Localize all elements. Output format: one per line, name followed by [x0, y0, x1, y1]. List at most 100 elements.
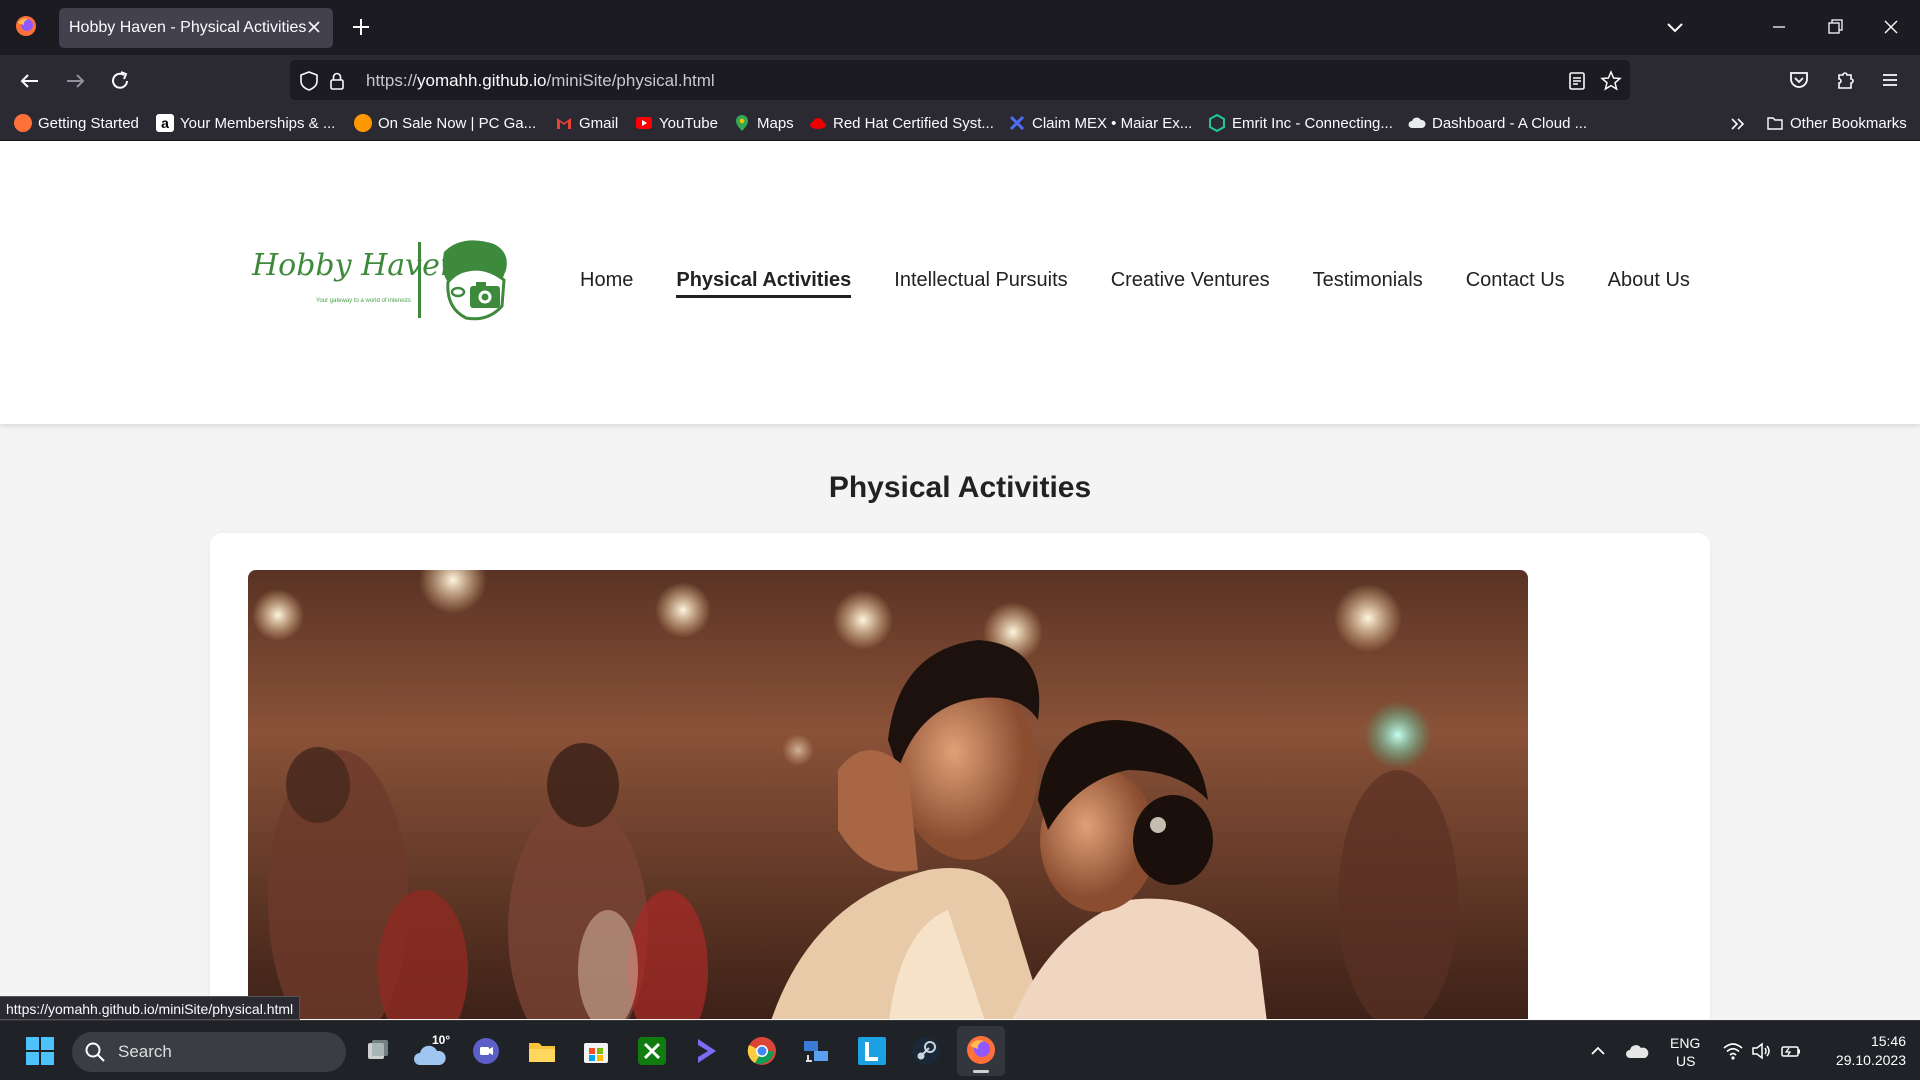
- minimize-window-icon[interactable]: [1764, 12, 1794, 42]
- bookmark-label: Maps: [757, 114, 794, 132]
- bookmarks-toolbar: Getting Started a Your Memberships & ...…: [0, 105, 1920, 141]
- bookmark-label: Your Memberships & ...: [180, 114, 336, 132]
- taskbar-search[interactable]: Search: [72, 1032, 346, 1072]
- chrome-icon[interactable]: [746, 1035, 778, 1067]
- youtube-icon: [636, 117, 652, 129]
- nav-about-us[interactable]: About Us: [1608, 269, 1690, 292]
- xbox-icon[interactable]: [636, 1035, 668, 1067]
- emrit-icon: [1209, 114, 1225, 132]
- folder-icon: [1767, 117, 1783, 130]
- show-hidden-icons-chevron-icon[interactable]: [1588, 1041, 1608, 1061]
- url-path: /miniSite/physical.html: [546, 71, 715, 90]
- new-tab-icon[interactable]: [348, 14, 374, 40]
- active-app-indicator: [973, 1070, 989, 1073]
- teams-chat-icon[interactable]: [470, 1035, 502, 1067]
- logo-tagline: Your gateway to a world of interests: [316, 298, 411, 304]
- maps-pin-icon: [736, 115, 748, 131]
- firefox-menu-icon[interactable]: [14, 14, 38, 38]
- reader-view-icon[interactable]: [1566, 70, 1588, 92]
- browser-tab-bar: Hobby Haven - Physical Activities: [0, 0, 1920, 55]
- volume-icon[interactable]: [1750, 1041, 1772, 1061]
- close-window-icon[interactable]: [1876, 12, 1906, 42]
- logo-divider: [418, 242, 421, 318]
- l-app-icon[interactable]: [856, 1035, 888, 1067]
- nav-intellectual-pursuits[interactable]: Intellectual Pursuits: [894, 269, 1067, 292]
- bookmark-label: Gmail: [579, 114, 619, 132]
- logo-head-camera-icon: [442, 240, 507, 321]
- page-title: Physical Activities: [828, 471, 1092, 504]
- language-code: ENG: [1670, 1035, 1701, 1051]
- region-code: US: [1676, 1053, 1696, 1069]
- bookmark-dashboard[interactable]: Dashboard - A Cloud ...: [1408, 112, 1587, 134]
- nav-physical-activities[interactable]: Physical Activities: [676, 269, 851, 298]
- redhat-icon: [810, 118, 826, 129]
- bookmark-label: Getting Started: [38, 114, 139, 132]
- wifi-icon[interactable]: [1722, 1041, 1744, 1061]
- bookmark-maps[interactable]: Maps: [733, 112, 794, 134]
- browser-navigation-bar: https://yomahh.github.io/miniSite/physic…: [0, 55, 1920, 105]
- site-header: Hobby Haven Your gateway to a world of i…: [0, 141, 1920, 424]
- dancing-couple-photo: [248, 570, 1528, 1019]
- app-menu-icon[interactable]: [1877, 67, 1903, 93]
- bookmark-emrit[interactable]: Emrit Inc - Connecting...: [1208, 112, 1393, 134]
- bookmark-memberships[interactable]: a Your Memberships & ...: [156, 112, 335, 134]
- bookmark-on-sale[interactable]: On Sale Now | PC Ga...: [354, 112, 536, 134]
- bookmark-label: Emrit Inc - Connecting...: [1232, 114, 1393, 132]
- windows-start-icon[interactable]: [24, 1035, 56, 1067]
- microsoft-store-icon[interactable]: [580, 1035, 612, 1067]
- bookmark-star-icon[interactable]: [1600, 70, 1622, 92]
- nav-testimonials[interactable]: Testimonials: [1313, 269, 1423, 292]
- lock-icon[interactable]: [326, 70, 348, 92]
- pocket-icon[interactable]: [1786, 67, 1812, 93]
- list-all-tabs-icon[interactable]: [1662, 14, 1688, 40]
- battery-charging-icon[interactable]: [1780, 1041, 1802, 1061]
- tracking-protection-shield-icon[interactable]: [298, 70, 320, 92]
- link-status-tooltip: https://yomahh.github.io/miniSite/physic…: [0, 996, 301, 1020]
- firefox-taskbar-button[interactable]: [957, 1026, 1005, 1076]
- restore-window-icon[interactable]: [1820, 12, 1850, 42]
- bookmark-gmail[interactable]: Gmail: [555, 112, 618, 134]
- other-bookmarks-label: Other Bookmarks: [1790, 114, 1907, 132]
- windows-taskbar: Search 10° ENG US 15:46 29.10.2023: [0, 1020, 1920, 1080]
- address-bar[interactable]: https://yomahh.github.io/miniSite/physic…: [290, 60, 1630, 100]
- bookmark-label: YouTube: [659, 114, 718, 132]
- bookmark-red-hat[interactable]: Red Hat Certified Syst...: [809, 112, 994, 134]
- back-icon[interactable]: [16, 67, 44, 95]
- task-view-icon[interactable]: [362, 1035, 394, 1067]
- web-page: Hobby Haven Your gateway to a world of i…: [0, 141, 1920, 1019]
- bookmark-getting-started[interactable]: Getting Started: [14, 112, 139, 134]
- active-tab[interactable]: Hobby Haven - Physical Activities: [59, 8, 333, 48]
- amazon-icon: a: [156, 114, 174, 132]
- url-text[interactable]: https://yomahh.github.io/miniSite/physic…: [366, 71, 715, 91]
- clock-time: 15:46: [1870, 1033, 1906, 1049]
- onedrive-cloud-icon[interactable]: [1626, 1041, 1650, 1061]
- bookmark-label: Red Hat Certified Syst...: [833, 114, 994, 132]
- more-bookmarks-chevron-icon[interactable]: [1728, 114, 1748, 134]
- nav-creative-ventures[interactable]: Creative Ventures: [1111, 269, 1270, 292]
- weather-temp: 10°: [432, 1033, 451, 1047]
- file-explorer-icon[interactable]: [526, 1035, 558, 1067]
- bookmark-youtube[interactable]: YouTube: [635, 112, 718, 134]
- weather-widget[interactable]: 10°: [414, 1031, 454, 1071]
- close-tab-icon[interactable]: [305, 18, 323, 36]
- forward-icon[interactable]: [61, 67, 89, 95]
- bookmark-claim-mex[interactable]: Claim MEX • Maiar Ex...: [1008, 112, 1192, 134]
- clipchamp-icon[interactable]: [690, 1035, 722, 1067]
- bookmark-label: Claim MEX • Maiar Ex...: [1032, 114, 1193, 132]
- steam-icon[interactable]: [910, 1035, 942, 1067]
- search-label: Search: [118, 1042, 172, 1061]
- input-language-indicator[interactable]: ENG US: [1664, 1033, 1708, 1071]
- firefox-icon: [14, 114, 32, 132]
- search-icon: [85, 1042, 105, 1062]
- nav-home[interactable]: Home: [580, 269, 633, 292]
- nav-contact-us[interactable]: Contact Us: [1466, 269, 1565, 292]
- tab-title: Hobby Haven - Physical Activities: [69, 19, 307, 36]
- reload-icon[interactable]: [106, 67, 134, 95]
- bookmark-label: Dashboard - A Cloud ...: [1432, 114, 1588, 132]
- extensions-icon[interactable]: [1832, 67, 1858, 93]
- clock[interactable]: 15:46 29.10.2023: [1818, 1031, 1906, 1071]
- gmail-icon: [557, 118, 571, 129]
- site-logo[interactable]: Hobby Haven Your gateway to a world of i…: [248, 236, 513, 326]
- remote-desktop-icon[interactable]: [800, 1035, 832, 1067]
- other-bookmarks[interactable]: Other Bookmarks: [1766, 112, 1907, 134]
